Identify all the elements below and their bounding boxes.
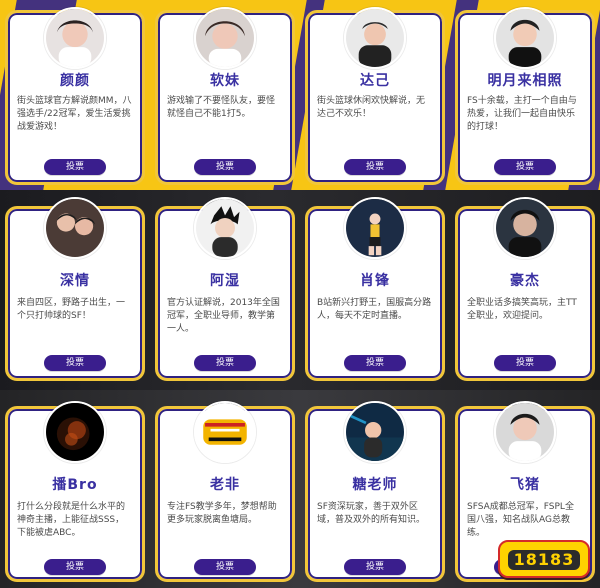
candidate-name: 阿湿 (210, 273, 240, 289)
woman-avatar (194, 7, 256, 69)
candidate-card-5: 深情 来自四区，野路子出生，一个只打帅球的SF！ 投票 (5, 197, 145, 384)
man-avatar (344, 7, 406, 69)
vote-button[interactable]: 投票 (44, 355, 106, 371)
logo-text: 18183 (513, 550, 575, 569)
man-avatar (494, 197, 556, 259)
vote-button[interactable]: 投票 (344, 159, 406, 175)
candidate-description: 专注FS教学多年，梦想帮助更多玩家脱离鱼塘局。 (167, 502, 277, 525)
candidate-name: 肖锋 (360, 273, 390, 289)
vote-button[interactable]: 投票 (494, 159, 556, 175)
player-avatar (344, 197, 406, 259)
candidate-name: 深情 (60, 273, 90, 289)
man-avatar (494, 401, 556, 463)
freestyle-logo (194, 401, 256, 463)
candidate-card-1: 颜颜 街头篮球官方解说颜MM，八强选手/22冠军，爱生活爱挑战爱游戏！ 投票 (5, 7, 145, 188)
candidate-description: SF资深玩家，善于双外区域，普及双外的所有知识。 (317, 502, 426, 525)
man-avatar (494, 7, 556, 69)
candidate-card-7: 肖锋 B站新兴打野王，国服高分路人，每天不定时直播。 投票 (305, 197, 445, 384)
candidate-card-4: 明月来相照 FS十余载，主打一个自由与热爱，让我们一起自由快乐的打球！ 投票 (455, 7, 595, 188)
vote-button[interactable]: 投票 (194, 355, 256, 371)
dark-avatar (44, 401, 106, 463)
candidate-name: 颜颜 (60, 73, 90, 89)
vote-button[interactable]: 投票 (44, 559, 106, 575)
candidate-name: 达己 (360, 73, 390, 89)
candidate-name: 播Bro (52, 477, 98, 493)
vote-button[interactable]: 投票 (344, 355, 406, 371)
candidate-name: 软妹 (210, 73, 240, 89)
vote-button[interactable]: 投票 (344, 559, 406, 575)
candidate-name: 飞猪 (510, 477, 540, 493)
candidate-card-10: 老非 专注FS教学多年，梦想帮助更多玩家脱离鱼塘局。 投票 (155, 401, 295, 585)
candidate-card-2: 软妹 游戏输了不要怪队友，要怪就怪自己不能1打5。 投票 (155, 7, 295, 188)
candidate-description: SFSA成都总冠军，FSPL全国八强，知名战队AG总教练。 (467, 502, 574, 538)
candidate-name: 明月来相照 (487, 73, 563, 89)
candidate-description: 街头篮球休闲欢快解说，无达己不欢乐！ (317, 96, 426, 119)
candidate-card-3: 达己 街头篮球休闲欢快解说，无达己不欢乐！ 投票 (305, 7, 445, 188)
woman-avatar (44, 7, 106, 69)
vote-button[interactable]: 投票 (194, 159, 256, 175)
candidate-description: B站新兴打野王，国服高分路人，每天不定时直播。 (317, 298, 432, 321)
man-avatar (44, 197, 106, 259)
candidate-card-6: 阿湿 官方认证解说，2013年全国冠军，全职业导师，教学第一人。 投票 (155, 197, 295, 384)
site-logo: 18183 (498, 540, 590, 578)
vote-button[interactable]: 投票 (494, 355, 556, 371)
candidate-card-11: 糖老师 SF资深玩家，善于双外区域，普及双外的所有知识。 投票 (305, 401, 445, 585)
stage-avatar (344, 401, 406, 463)
anime-avatar (194, 197, 256, 259)
candidate-name: 老非 (210, 477, 240, 493)
candidate-name: 糖老师 (352, 477, 398, 493)
candidate-description: 官方认证解说，2013年全国冠军，全职业导师，教学第一人。 (167, 298, 280, 334)
vote-button[interactable]: 投票 (194, 559, 256, 575)
candidate-description: 街头篮球官方解说颜MM，八强选手/22冠军，爱生活爱挑战爱游戏！ (17, 96, 132, 132)
candidate-card-9: 播Bro 打什么分段就是什么水平的神奇主播，上能征战SSS，下能被虐ABC。 投… (5, 401, 145, 585)
vote-button[interactable]: 投票 (44, 159, 106, 175)
candidate-description: FS十余载，主打一个自由与热爱，让我们一起自由快乐的打球！ (467, 96, 577, 132)
candidate-description: 打什么分段就是什么水平的神奇主播，上能征战SSS，下能被虐ABC。 (17, 502, 126, 538)
candidate-description: 游戏输了不要怪队友，要怪就怪自己不能1打5。 (167, 96, 276, 119)
candidate-description: 来自四区，野路子出生，一个只打帅球的SF！ (17, 298, 126, 321)
candidate-description: 全职业话多搞笑高玩，主TT全职业，欢迎提问。 (467, 298, 577, 321)
candidate-name: 豪杰 (510, 273, 540, 289)
candidate-card-8: 豪杰 全职业话多搞笑高玩，主TT全职业，欢迎提问。 投票 (455, 197, 595, 384)
